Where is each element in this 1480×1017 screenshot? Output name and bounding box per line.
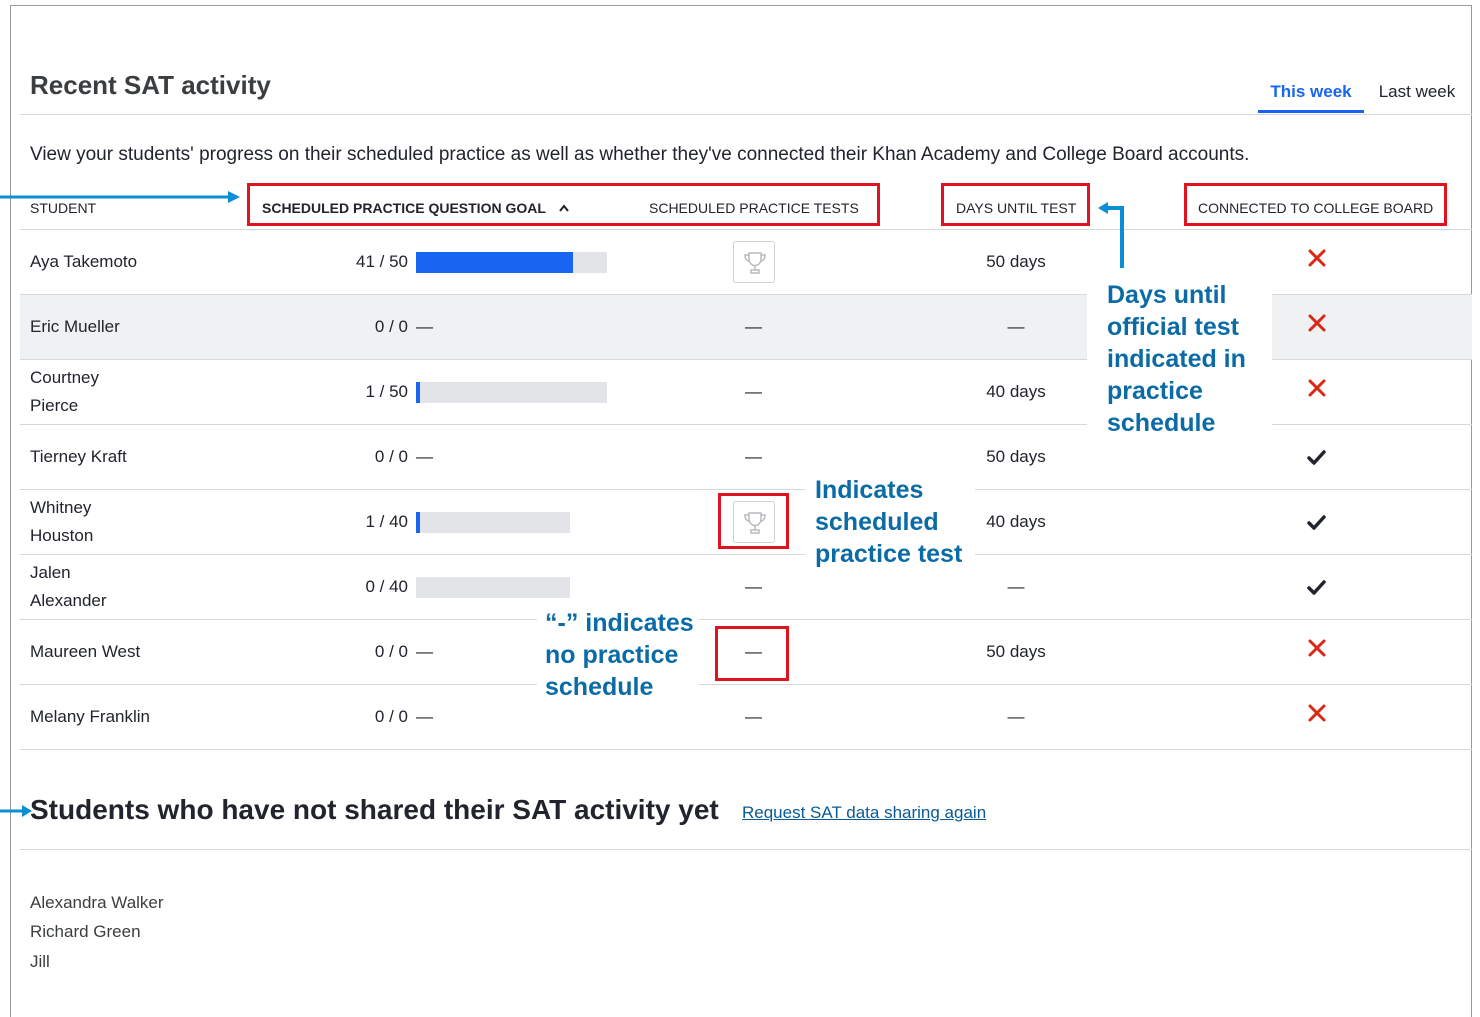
checkmark-icon	[1307, 580, 1326, 595]
highlight-connected-header	[1184, 183, 1447, 226]
arrow-to-subhead-annotation	[0, 805, 32, 817]
table-row[interactable]: Tierney Kraft 0 / 0 — — 50 days	[20, 425, 1472, 490]
days-until-test: —	[1007, 317, 1025, 336]
request-sharing-link[interactable]: Request SAT data sharing again	[742, 803, 986, 823]
header-divider	[20, 114, 1472, 115]
student-name: Aya Takemoto	[30, 252, 138, 271]
x-icon	[1308, 314, 1326, 332]
student-name: Eric Mueller	[30, 317, 120, 336]
student-name: Melany Franklin	[30, 707, 150, 726]
not-shared-divider	[20, 849, 1472, 850]
tests-dash: —	[745, 382, 762, 401]
days-until-test: 50 days	[986, 252, 1046, 271]
goal-value: 0 / 0	[374, 317, 408, 336]
goal-value: 1 / 40	[365, 512, 408, 531]
progress-bar	[416, 382, 607, 403]
annotation-no-practice-schedule: “-” indicates no practice schedule	[545, 609, 694, 701]
column-header-student: STUDENT	[30, 200, 97, 216]
progress-bar-fill	[416, 382, 420, 403]
goal-value: 0 / 40	[365, 577, 408, 596]
section-title: Recent SAT activity	[30, 70, 271, 100]
student-name: Jalen Alexander	[30, 563, 107, 610]
goal-dash: —	[416, 447, 433, 466]
table-row[interactable]: Melany Franklin 0 / 0 — — —	[20, 685, 1472, 750]
days-until-test: 50 days	[986, 642, 1046, 661]
annotation-scheduled-practice-test: Indicates scheduled practice test	[815, 476, 963, 568]
progress-bar	[416, 252, 607, 273]
bracket-arrow-annotation	[1098, 202, 1124, 268]
tests-dash: —	[745, 447, 762, 466]
tests-dash: —	[745, 577, 762, 596]
goal-value: 41 / 50	[356, 252, 408, 271]
tests-dash: —	[745, 317, 762, 336]
days-until-test: 50 days	[986, 447, 1046, 466]
student-name: Maureen West	[30, 642, 141, 661]
goal-value: 0 / 0	[374, 642, 408, 661]
x-icon	[1308, 249, 1326, 267]
progress-bar	[416, 512, 570, 533]
checkmark-icon	[1307, 515, 1326, 530]
highlight-goal-tests-headers	[247, 183, 880, 226]
goal-value: 0 / 0	[374, 447, 408, 466]
goal-dash: —	[416, 707, 433, 726]
goal-value: 1 / 50	[365, 382, 408, 401]
tests-dash: —	[745, 707, 762, 726]
progress-bar	[416, 577, 570, 598]
x-icon	[1308, 639, 1326, 657]
pending-student: Richard Green	[30, 922, 141, 941]
not-shared-title: Students who have not shared their SAT a…	[30, 794, 719, 825]
table-row[interactable]: Jalen Alexander 0 / 40 — —	[20, 555, 1472, 620]
goal-dash: —	[416, 317, 433, 336]
highlight-dash-cell	[715, 626, 789, 681]
annotation-days-until-test: Days until official test indicated in pract…	[1107, 281, 1246, 437]
goal-value: 0 / 0	[374, 707, 408, 726]
highlight-days-header	[941, 183, 1090, 226]
student-name: Tierney Kraft	[30, 447, 127, 466]
days-until-test: 40 days	[986, 382, 1046, 401]
goal-dash: —	[416, 642, 433, 661]
progress-bar-fill	[416, 512, 420, 533]
x-icon	[1308, 379, 1326, 397]
highlight-trophy-cell	[718, 493, 789, 549]
progress-bar-fill	[416, 252, 573, 273]
checkmark-icon	[1307, 450, 1326, 465]
days-until-test: —	[1007, 577, 1025, 596]
student-name: Whitney Houston	[30, 498, 94, 545]
trophy-icon[interactable]	[733, 241, 775, 283]
pending-student: Jill	[30, 952, 50, 971]
days-until-test: —	[1007, 707, 1025, 726]
x-icon	[1308, 704, 1326, 722]
description-text: View your students' progress on their sc…	[30, 144, 1250, 165]
tab-this-week[interactable]: This week	[1258, 82, 1364, 113]
student-name: Courtney Pierce	[30, 368, 99, 415]
pending-student: Alexandra Walker	[30, 893, 164, 912]
tab-last-week[interactable]: Last week	[1372, 82, 1462, 113]
